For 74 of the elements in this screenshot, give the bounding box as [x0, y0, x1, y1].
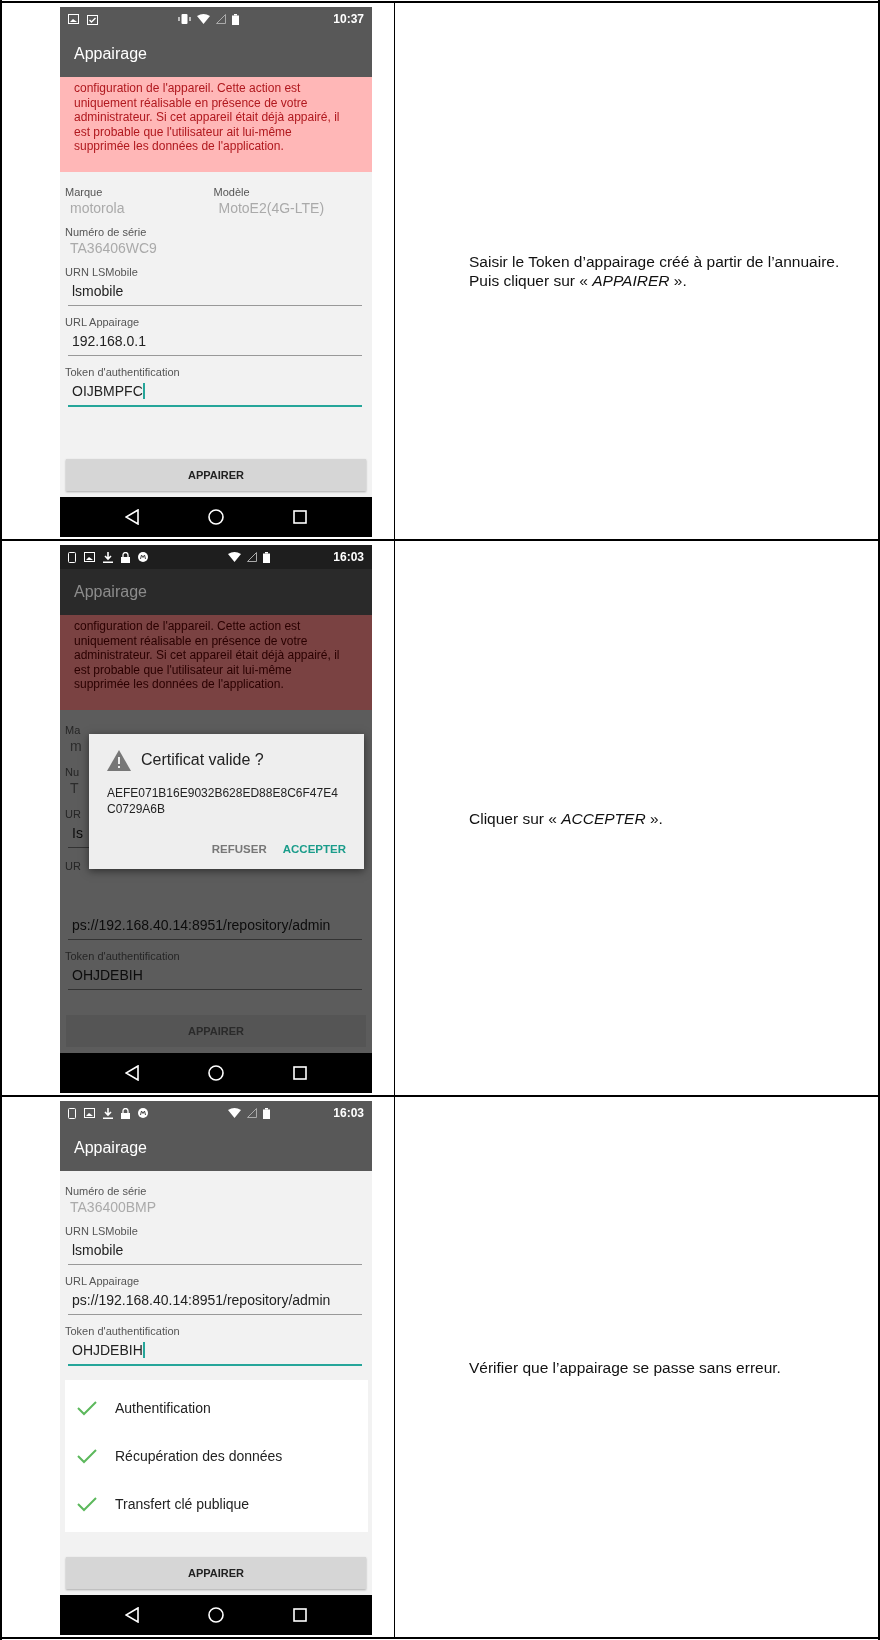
step-label: Transfert clé publique: [115, 1496, 250, 1512]
input-field[interactable]: OIJBMPFC: [68, 379, 362, 407]
battery-icon: [263, 1107, 270, 1119]
field-value: MotoE2(4G-LTE): [217, 199, 325, 216]
instruction-text: Cliquer sur « ACCEPTER ».: [469, 808, 663, 828]
field-label: URN LSMobile: [65, 1225, 138, 1237]
input-field[interactable]: OHJDEBIH: [68, 1339, 362, 1366]
certificate-fingerprint: AEFE071B16E9032B628ED88E8C6F47E4C0729A6B: [107, 784, 339, 817]
image-icon: [68, 14, 79, 24]
field-label: Token d'authentification: [65, 1325, 180, 1337]
field-value: TA36400BMP: [69, 1199, 157, 1215]
field-label: Marque: [65, 185, 103, 198]
home-icon[interactable]: [208, 1065, 224, 1081]
image-icon: [84, 1108, 95, 1118]
warning-message: configuration de l'appareil. Cette action est uniquement réalisable en présence de votre administrateur. Si cet appareil était déjà appairé, il est probable que l'utilisateur ait lui-même supprimée les données de l'application.: [60, 615, 372, 710]
image-icon: [84, 552, 95, 562]
instruction-text: Puis cliquer sur « APPAIRER ».: [469, 271, 688, 290]
field-label: Numéro de série: [65, 1185, 147, 1197]
recents-icon[interactable]: [293, 1066, 308, 1080]
step-label: Authentification: [115, 1400, 211, 1416]
home-icon[interactable]: [208, 509, 224, 525]
status-time: 10:37: [333, 12, 364, 26]
signal-icon: [216, 14, 226, 24]
input-field[interactable]: lsmobile: [68, 1239, 362, 1265]
field-label: Token d'authentification: [65, 365, 180, 378]
wifi-icon: [197, 14, 210, 24]
app-title: Appairage: [74, 1139, 147, 1157]
back-icon[interactable]: [124, 1607, 139, 1623]
step-label: Récupération des données: [115, 1448, 283, 1464]
field-value: TA36406WC9: [69, 239, 157, 256]
dialog-title: Certificat valide ?: [141, 751, 264, 769]
instruction-text: Vérifier que l’appairage se passe sans erreur.: [469, 1357, 781, 1377]
status-time: 16:03: [333, 1106, 364, 1120]
signal-icon: [247, 552, 257, 562]
app-title: Appairage: [74, 45, 147, 63]
field-label: Numéro de série: [65, 225, 147, 238]
input-field[interactable]: 192.168.0.1: [68, 329, 362, 356]
field-label: URL Appairage: [65, 315, 140, 328]
circle-logo-icon: [138, 552, 148, 562]
dialog-button[interactable]: REFUSER: [211, 838, 267, 859]
status-time: 16:03: [333, 550, 364, 564]
phone-icon: [68, 1107, 76, 1119]
text-cursor: [142, 382, 145, 399]
vibrate-icon: [178, 14, 191, 24]
battery-icon: [263, 551, 270, 563]
field-label: URL Appairage: [65, 1275, 140, 1287]
warning-message: configuration de l'appareil. Cette action est uniquement réalisable en présence de votre administrateur. Si cet appareil était déjà appairé, il est probable que l'utilisateur ait lui-même supprimée les données de l'application.: [60, 77, 372, 172]
wifi-icon: [228, 1108, 241, 1118]
recents-icon[interactable]: [293, 510, 308, 524]
lock-icon: [121, 551, 130, 563]
field-label: Modèle: [213, 185, 250, 198]
wifi-icon: [228, 552, 241, 562]
field-label: URN LSMobile: [65, 265, 138, 278]
instruction-text: Saisir le Token d’appairage créé à partir de l’annuaire.: [469, 252, 840, 271]
download-icon: [103, 551, 113, 563]
lock-icon: [121, 1107, 130, 1119]
back-icon[interactable]: [124, 509, 139, 525]
circle-logo-icon: [138, 1108, 148, 1118]
signal-icon: [247, 1108, 257, 1118]
back-icon[interactable]: [124, 1065, 139, 1081]
app-title: Appairage: [74, 583, 147, 601]
battery-icon: [232, 13, 239, 25]
field-value: motorola: [69, 199, 125, 216]
input-field[interactable]: ps://192.168.40.14:8951/repository/admin: [68, 1289, 362, 1315]
warning-icon: [107, 749, 131, 771]
recents-icon[interactable]: [293, 1608, 308, 1622]
input-field[interactable]: lsmobile: [68, 279, 362, 306]
download-icon: [103, 1107, 113, 1119]
pair-button[interactable]: APPAIRER: [66, 1557, 366, 1589]
clipboard-icon: [87, 13, 98, 25]
pair-button[interactable]: APPAIRER: [66, 459, 366, 491]
phone-icon: [68, 551, 76, 563]
home-icon[interactable]: [208, 1607, 224, 1623]
text-cursor: [142, 1342, 145, 1358]
